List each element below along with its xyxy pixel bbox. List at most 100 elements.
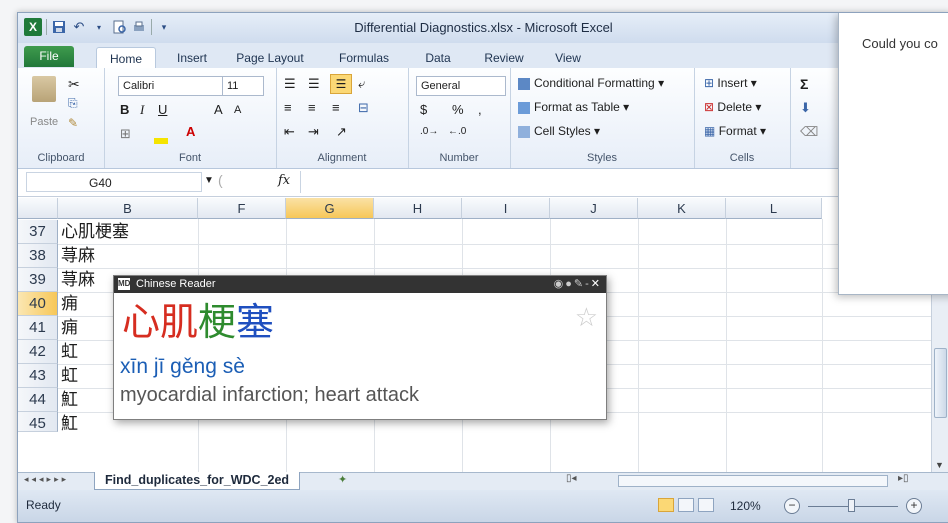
row-header-43[interactable]: 43	[18, 364, 58, 388]
row-header-39[interactable]: 39	[18, 268, 58, 292]
number-group: General $ % , .0→ ←.0 Number	[408, 68, 511, 168]
row-header-45[interactable]: 45	[18, 412, 58, 432]
alignment-group-label: Alignment	[317, 152, 367, 164]
column-header-k[interactable]: K	[638, 198, 726, 219]
decrease-indent-icon[interactable]: ⇤	[284, 124, 295, 140]
select-all-corner[interactable]	[18, 198, 58, 219]
row-header-37[interactable]: 37	[18, 220, 58, 244]
favorite-star-icon[interactable]: ☆	[575, 302, 598, 333]
horizontal-scrollbar[interactable]	[618, 475, 888, 487]
format-cells-button[interactable]: ▦ Format ▾	[704, 124, 766, 138]
zoom-level[interactable]: 120%	[730, 499, 761, 513]
number-format-dropdown[interactable]: General	[416, 76, 506, 96]
tab-page-layout[interactable]: Page Layout	[230, 47, 310, 69]
align-center-icon[interactable]: ≡	[308, 100, 316, 115]
conditional-formatting-button[interactable]: Conditional Formatting ▾	[518, 76, 664, 90]
row-header-41[interactable]: 41	[18, 316, 58, 340]
increase-decimal-icon[interactable]: .0→	[420, 126, 438, 137]
cell-b38[interactable]: 荨麻	[58, 244, 203, 268]
formula-bar-splitter[interactable]: (	[218, 172, 223, 188]
borders-icon[interactable]: ⊞	[120, 126, 131, 142]
underline-icon[interactable]: U	[158, 102, 167, 117]
scroll-down-icon[interactable]: ▼	[935, 460, 944, 470]
scroll-right-icon[interactable]: ▸▯	[898, 473, 909, 484]
align-bottom-icon[interactable]: ☰	[330, 74, 352, 94]
font-color-icon[interactable]: A	[186, 124, 195, 139]
currency-button[interactable]: $	[420, 102, 427, 117]
tab-review[interactable]: Review	[476, 47, 532, 69]
page-layout-view-icon[interactable]	[678, 498, 694, 512]
column-header-g[interactable]: G	[286, 198, 374, 219]
decrease-decimal-icon[interactable]: ←.0	[448, 126, 466, 137]
grow-font-icon[interactable]: A	[214, 102, 223, 117]
insert-worksheet-icon[interactable]: ✦	[338, 473, 347, 486]
paste-icon[interactable]	[32, 76, 56, 102]
italic-icon[interactable]: I	[140, 102, 144, 118]
zoom-in-icon[interactable]: +	[906, 498, 922, 514]
normal-view-icon[interactable]	[658, 498, 674, 512]
tab-home[interactable]: Home	[96, 47, 156, 69]
align-top-icon[interactable]: ☰	[284, 76, 296, 92]
autosum-icon[interactable]: Σ	[800, 76, 808, 92]
tab-formulas[interactable]: Formulas	[332, 47, 396, 69]
camera-icon[interactable]: ◉	[554, 278, 566, 290]
row-header-40[interactable]: 40	[18, 292, 58, 316]
copy-icon[interactable]: ⎘	[68, 96, 78, 111]
settings-icon[interactable]: ✎	[574, 278, 585, 290]
column-header-i[interactable]: I	[462, 198, 550, 219]
cell-b37[interactable]: 心肌梗塞	[58, 220, 203, 244]
zoom-out-icon[interactable]: −	[784, 498, 800, 514]
name-box-dropdown-icon[interactable]: ▼	[204, 175, 214, 186]
speech-icon[interactable]: ●	[565, 278, 574, 290]
page-break-view-icon[interactable]	[698, 498, 714, 512]
column-header-j[interactable]: J	[550, 198, 638, 219]
insert-cells-button[interactable]: ⊞ Insert ▾	[704, 76, 757, 90]
fill-icon[interactable]: ⬇	[800, 100, 811, 116]
insert-label: Insert	[717, 76, 748, 90]
shrink-font-icon[interactable]: A	[234, 104, 241, 116]
column-header-h[interactable]: H	[374, 198, 462, 219]
insert-function-icon[interactable]: fx	[278, 173, 290, 188]
paste-button[interactable]: Paste	[30, 116, 58, 128]
ribbon-tabs: File Home Insert Page Layout Formulas Da…	[18, 43, 948, 69]
row-header-42[interactable]: 42	[18, 340, 58, 364]
wrap-text-icon[interactable]: ⤶	[358, 76, 365, 92]
orientation-icon[interactable]: ↗	[336, 124, 347, 140]
reader-definition: myocardial infarction; heart attack	[120, 384, 420, 406]
delete-cells-button[interactable]: ⊠ Delete ▾	[704, 100, 761, 114]
zoom-slider-thumb[interactable]	[848, 499, 855, 512]
cells-group: ⊞ Insert ▾ ⊠ Delete ▾ ▦ Format ▾ Cells	[694, 68, 791, 168]
font-name-dropdown[interactable]: Calibri	[118, 76, 224, 96]
clear-icon[interactable]: ⌫	[800, 124, 818, 140]
cut-icon[interactable]: ✂	[68, 76, 80, 93]
font-size-dropdown[interactable]: 11	[222, 76, 264, 96]
increase-indent-icon[interactable]: ⇥	[308, 124, 319, 140]
format-as-table-button[interactable]: Format as Table ▾	[518, 100, 629, 114]
sheet-tab[interactable]: Find_duplicates_for_WDC_2ed	[94, 472, 301, 490]
column-header-f[interactable]: F	[198, 198, 286, 219]
tab-view[interactable]: View	[546, 47, 590, 69]
align-middle-icon[interactable]: ☰	[308, 76, 320, 92]
align-left-icon[interactable]: ≡	[284, 100, 292, 115]
bold-icon[interactable]: B	[120, 102, 129, 117]
comma-button[interactable]: ,	[478, 102, 482, 117]
percent-button[interactable]: %	[452, 102, 464, 117]
vertical-scroll-thumb[interactable]	[934, 348, 947, 418]
close-icon[interactable]: ✕	[591, 278, 602, 290]
sheet-nav-arrows-icon[interactable]: ◂◂◂▸▸▸	[24, 474, 69, 485]
row-header-44[interactable]: 44	[18, 388, 58, 412]
align-right-icon[interactable]: ≡	[332, 100, 340, 115]
tab-split-handle[interactable]: ▯◂	[566, 473, 577, 484]
column-header-b[interactable]: B	[58, 198, 198, 219]
format-painter-icon[interactable]: ✎	[68, 116, 78, 130]
headword-char: 心	[122, 300, 161, 344]
tab-file[interactable]: File	[24, 46, 74, 67]
column-header-l[interactable]: L	[726, 198, 822, 219]
merge-center-icon[interactable]: ⊟	[358, 100, 369, 116]
cell-styles-button[interactable]: Cell Styles ▾	[518, 124, 600, 138]
tab-data[interactable]: Data	[416, 47, 460, 69]
fill-color-icon[interactable]	[154, 138, 168, 144]
tab-insert[interactable]: Insert	[168, 47, 216, 69]
name-box[interactable]: G40	[26, 172, 202, 192]
row-header-38[interactable]: 38	[18, 244, 58, 268]
